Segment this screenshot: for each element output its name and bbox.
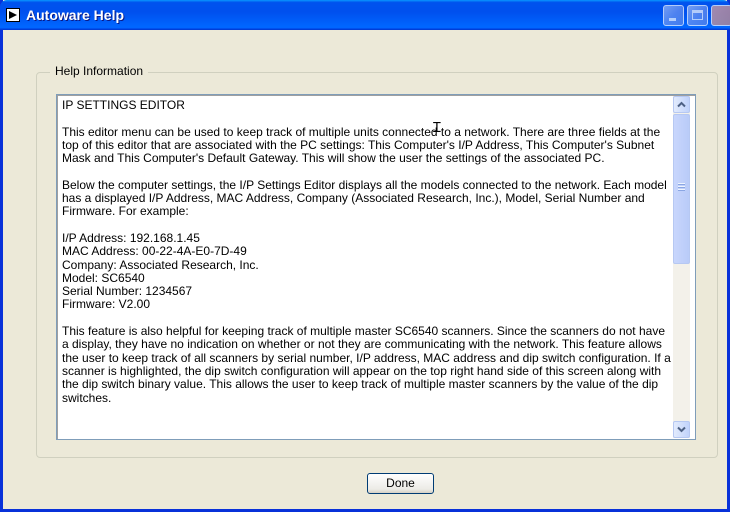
scroll-up-button[interactable] — [673, 96, 690, 113]
chevron-up-icon — [677, 101, 686, 108]
minimize-icon — [669, 18, 676, 21]
minimize-button[interactable] — [663, 5, 684, 26]
help-text-box[interactable]: IP SETTINGS EDITOR This editor menu can … — [56, 94, 696, 440]
maximize-icon — [692, 10, 703, 20]
grip-line — [678, 189, 685, 191]
text-cursor-icon: Ɪ — [433, 120, 441, 136]
grip-line — [678, 186, 685, 188]
grip-line — [678, 183, 685, 185]
scroll-thumb[interactable] — [673, 114, 690, 264]
labview-run-icon — [6, 8, 20, 22]
window-title: Autoware Help — [26, 7, 125, 23]
help-text: IP SETTINGS EDITOR This editor menu can … — [62, 98, 671, 405]
maximize-button[interactable] — [687, 5, 708, 26]
done-button[interactable]: Done — [367, 473, 434, 494]
close-button[interactable] — [711, 5, 730, 26]
title-bar[interactable]: Autoware Help — [0, 0, 730, 30]
vertical-scrollbar[interactable] — [673, 96, 690, 438]
chevron-down-icon — [677, 426, 686, 433]
scroll-down-button[interactable] — [673, 421, 690, 438]
group-label: Help Information — [50, 64, 149, 78]
